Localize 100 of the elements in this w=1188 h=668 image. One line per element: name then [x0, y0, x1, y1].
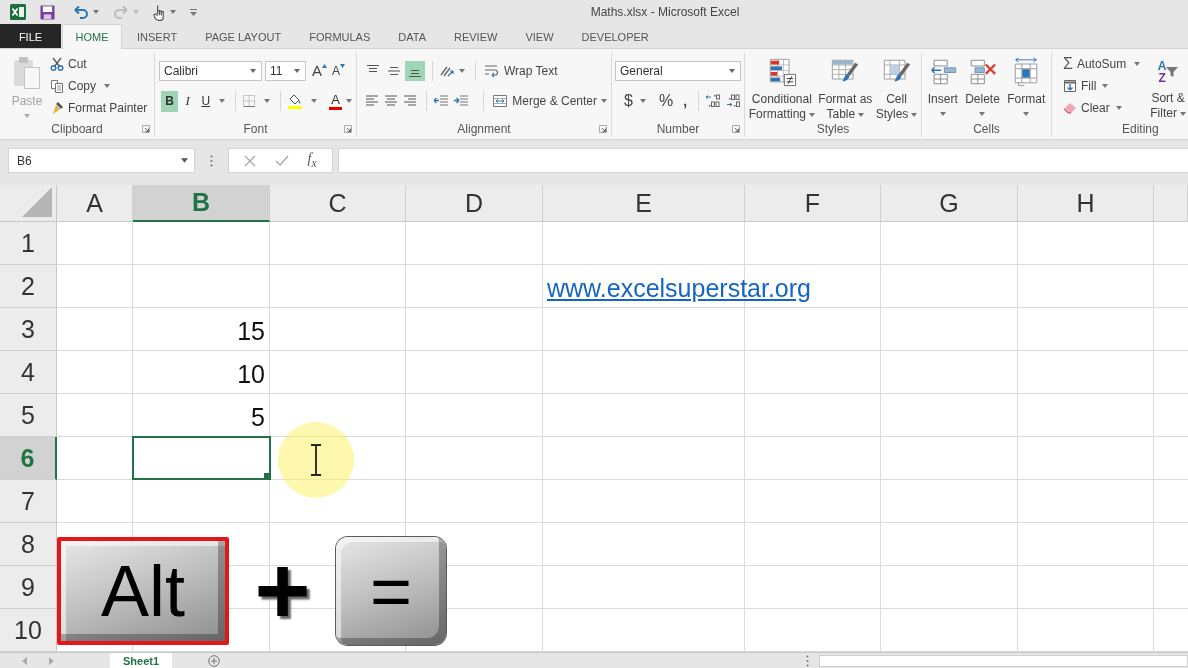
- clear-button[interactable]: Clear: [1063, 97, 1141, 119]
- dialog-launcher-icon[interactable]: [344, 125, 352, 133]
- cancel-icon[interactable]: [244, 154, 257, 167]
- row-header[interactable]: 5: [0, 394, 57, 437]
- fill-button[interactable]: Fill: [1063, 75, 1141, 97]
- caret-icon[interactable]: [1023, 112, 1030, 116]
- row-header[interactable]: 4: [0, 351, 57, 394]
- borders-icon[interactable]: [242, 94, 257, 108]
- column-header[interactable]: C: [270, 185, 406, 222]
- format-cells-button[interactable]: Format: [1007, 53, 1046, 121]
- caret-icon[interactable]: [979, 112, 986, 116]
- active-cell[interactable]: [132, 436, 271, 480]
- column-header[interactable]: F: [745, 185, 881, 222]
- row-header[interactable]: 10: [0, 609, 57, 652]
- caret-icon[interactable]: [104, 84, 110, 88]
- drag-handle-icon[interactable]: [806, 654, 809, 667]
- dialog-launcher-icon[interactable]: [732, 125, 740, 133]
- column-header[interactable]: E: [543, 185, 745, 222]
- caret-icon[interactable]: [1102, 84, 1109, 88]
- row-header[interactable]: 6: [0, 437, 57, 480]
- cut-button[interactable]: Cut: [50, 53, 148, 75]
- caret-icon[interactable]: [219, 99, 226, 103]
- dialog-launcher-icon[interactable]: [142, 125, 150, 133]
- caret-icon[interactable]: [346, 99, 352, 103]
- caret-icon[interactable]: [858, 112, 865, 117]
- caret-icon[interactable]: [639, 99, 646, 103]
- decrease-indent-icon[interactable]: [433, 94, 450, 108]
- format-painter-button[interactable]: Format Painter: [50, 97, 148, 119]
- font-color-button[interactable]: A: [329, 92, 342, 110]
- row-header[interactable]: 9: [0, 566, 57, 609]
- underline-button[interactable]: U: [197, 90, 215, 112]
- row-header[interactable]: 8: [0, 523, 57, 566]
- conditional-style-button[interactable]: Conditional Formatting: [748, 53, 815, 121]
- ribbon-tab[interactable]: REVIEW: [440, 24, 512, 48]
- caret-icon[interactable]: [181, 158, 188, 163]
- increase-indent-icon[interactable]: [453, 94, 470, 108]
- text-orientation-icon[interactable]: [439, 64, 455, 78]
- insert-cells-button[interactable]: Insert: [927, 53, 958, 121]
- caret-icon[interactable]: [809, 112, 815, 117]
- caret-icon[interactable]: [170, 10, 176, 14]
- caret-icon[interactable]: [264, 99, 271, 103]
- increase-decimal-icon[interactable]: [705, 94, 722, 108]
- percent-button[interactable]: %: [655, 92, 677, 110]
- align-bottom-button[interactable]: [405, 61, 425, 81]
- sort-filter-button[interactable]: A Z Sort & Filter: [1150, 53, 1186, 121]
- save-icon[interactable]: [40, 4, 55, 20]
- undo-icon[interactable]: [73, 5, 89, 19]
- font-size-field[interactable]: 11: [265, 61, 306, 81]
- row-header[interactable]: 2: [0, 265, 57, 308]
- merge-center-button[interactable]: Merge & Center: [492, 90, 597, 112]
- cell-style-button[interactable]: Cell Styles: [875, 53, 918, 121]
- shrink-font-button[interactable]: A: [332, 61, 346, 81]
- wrap-text-button[interactable]: Wrap Text: [484, 60, 558, 82]
- comma-style-button[interactable]: ,: [680, 93, 691, 109]
- caret-icon[interactable]: [459, 69, 465, 73]
- column-header[interactable]: A: [57, 185, 133, 222]
- table-style-button[interactable]: Format as Table: [818, 53, 873, 121]
- caret-icon[interactable]: [311, 99, 318, 103]
- caret-icon[interactable]: [1179, 111, 1186, 116]
- check-icon[interactable]: [274, 154, 289, 167]
- row-header[interactable]: 3: [0, 308, 57, 351]
- hyperlink[interactable]: www.excelsuperstar.org: [547, 273, 811, 303]
- font-name-field[interactable]: Calibri: [159, 61, 262, 81]
- ribbon-tab[interactable]: INSERT: [123, 24, 192, 48]
- caret-icon[interactable]: [294, 69, 300, 73]
- horizontal-scrollbar[interactable]: [819, 654, 1188, 667]
- italic-button[interactable]: I: [179, 90, 197, 112]
- caret-icon[interactable]: [939, 112, 946, 116]
- caret-icon[interactable]: [601, 99, 607, 103]
- ribbon-tab[interactable]: DATA: [384, 24, 440, 48]
- ribbon-tab[interactable]: HOME: [62, 24, 122, 49]
- row-header[interactable]: 1: [0, 222, 57, 265]
- row-header[interactable]: 7: [0, 480, 57, 523]
- currency-button[interactable]: $: [621, 92, 636, 110]
- copy-button[interactable]: Copy: [50, 75, 96, 97]
- caret-icon[interactable]: [93, 10, 99, 14]
- sheet-tab[interactable]: Sheet1: [110, 653, 172, 668]
- column-header[interactable]: G: [881, 185, 1018, 222]
- caret-icon[interactable]: [1134, 62, 1141, 66]
- bold-button[interactable]: B: [161, 90, 179, 112]
- caret-icon[interactable]: [911, 112, 918, 117]
- caret-icon[interactable]: [250, 69, 256, 73]
- name-box[interactable]: B6: [8, 148, 195, 173]
- number-format-field[interactable]: General: [615, 61, 741, 81]
- caret-icon[interactable]: [729, 69, 735, 73]
- column-header[interactable]: H: [1018, 185, 1154, 222]
- insert-function-button[interactable]: f$_{x}$: [307, 151, 317, 170]
- caret-icon[interactable]: [1115, 106, 1122, 110]
- dialog-launcher-icon[interactable]: [599, 125, 607, 133]
- add-sheet-icon[interactable]: [208, 654, 220, 667]
- column-header[interactable]: D: [406, 185, 543, 222]
- autosum-button[interactable]: Σ AutoSum: [1063, 53, 1127, 75]
- decrease-decimal-icon[interactable]: [725, 94, 742, 108]
- ribbon-tab[interactable]: DEVELOPER: [567, 24, 663, 48]
- column-header[interactable]: B: [133, 185, 270, 222]
- hand-pointer-icon[interactable]: [153, 3, 166, 21]
- paint-bucket-icon[interactable]: [287, 93, 304, 109]
- customize-toolbar-icon[interactable]: [190, 8, 197, 16]
- grow-font-button[interactable]: A: [312, 61, 327, 81]
- file-tab[interactable]: FILE: [0, 24, 61, 48]
